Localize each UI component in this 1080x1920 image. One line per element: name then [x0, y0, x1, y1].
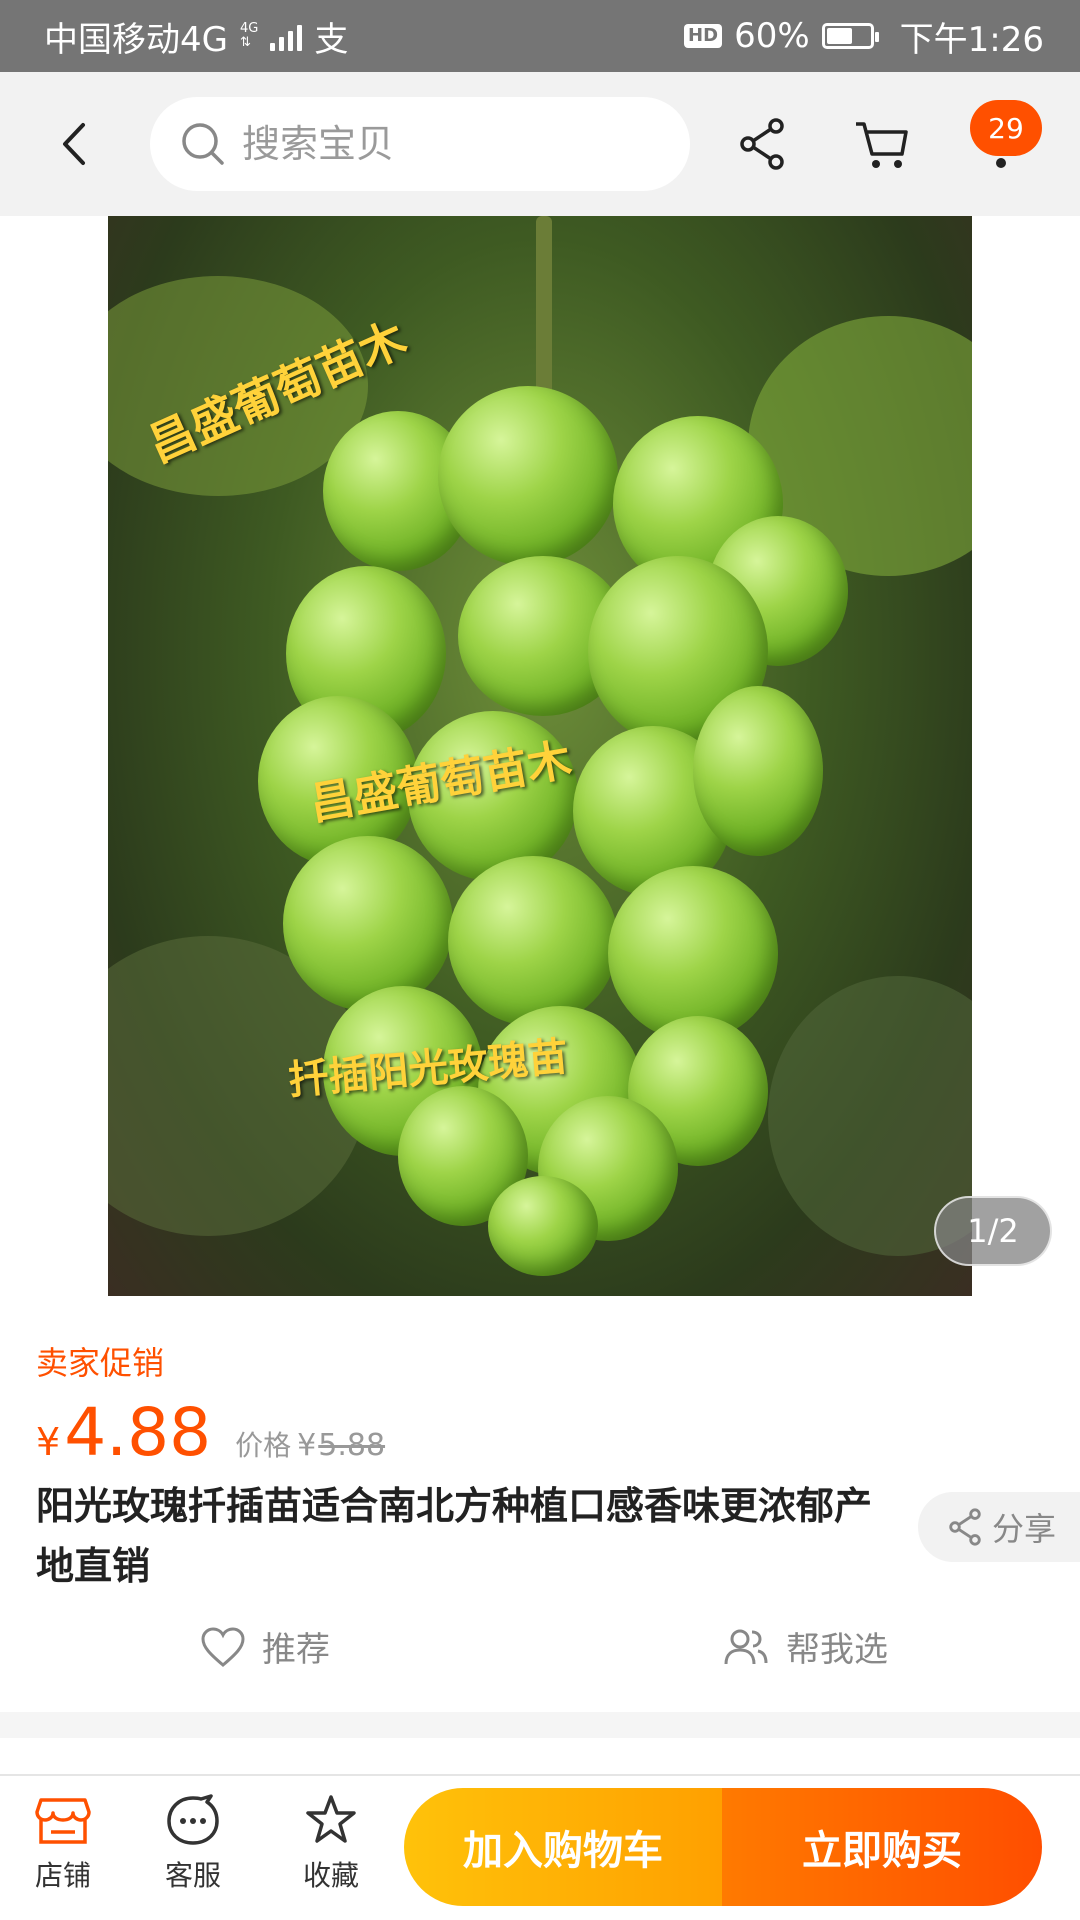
- product-image[interactable]: 昌盛葡萄苗木 昌盛葡萄苗木 扦插阳光玫瑰苗: [108, 216, 972, 1296]
- grape-stem: [536, 216, 552, 406]
- shop-icon: [35, 1798, 91, 1844]
- product-detail-screen: 中国移动4G 4G ⇅ 支 HD 60% 下午1:26 搜索宝贝 29 昌盛葡萄…: [0, 0, 1080, 1920]
- image-pager-indicator: 1/2: [934, 1196, 1052, 1266]
- product-title: 阳光玫瑰扦插苗适合南北方种植口感香味更浓郁产地直销: [36, 1484, 873, 1588]
- grape-berry: [283, 836, 453, 1011]
- battery-icon: [821, 23, 879, 49]
- cart-icon: [856, 122, 908, 168]
- recommend-label: 推荐: [262, 1630, 330, 1670]
- cart-count-badge[interactable]: 29: [970, 100, 1042, 156]
- status-bar-right: HD 60% 下午1:26: [684, 12, 1044, 61]
- recommend-button[interactable]: 推荐: [200, 1622, 330, 1671]
- price-row: ¥ 4.88 价格 ¥ 5.88: [36, 1394, 385, 1471]
- alipay-icon: 支: [314, 19, 349, 60]
- carrier-label: 中国移动4G: [44, 19, 228, 60]
- original-price-value: 5.88: [318, 1428, 386, 1463]
- status-bar: 中国移动4G 4G ⇅ 支 HD 60% 下午1:26: [0, 0, 1080, 72]
- back-arrow-icon: [63, 123, 85, 165]
- data-arrows-icon: ⇅: [239, 35, 251, 50]
- share-icon: [740, 118, 784, 170]
- grape-berry: [693, 686, 823, 856]
- share-product-button[interactable]: 分享: [918, 1492, 1080, 1562]
- people-icon: [724, 1629, 768, 1664]
- share-label: 分享: [992, 1510, 1057, 1548]
- network-type-indicator: 4G ⇅: [240, 22, 258, 50]
- hd-icon: HD: [684, 24, 723, 48]
- promo-label: 卖家促销: [36, 1344, 165, 1382]
- grape-berry: [438, 386, 618, 566]
- network-type-label: 4G: [239, 21, 259, 36]
- buy-now-button[interactable]: 立即购买: [722, 1788, 1042, 1906]
- top-nav: [0, 72, 1080, 216]
- heart-icon: [201, 1626, 245, 1667]
- search-icon: [182, 123, 224, 165]
- status-bar-left: 中国移动4G 4G ⇅ 支: [44, 12, 348, 61]
- customer-service-button[interactable]: 客服: [138, 1794, 248, 1894]
- battery-fill: [826, 28, 852, 44]
- help-choose-label: 帮我选: [786, 1630, 888, 1670]
- favorite-button[interactable]: 收藏: [276, 1794, 386, 1894]
- price-value: 4.88: [64, 1394, 212, 1471]
- share-icon: [949, 1508, 981, 1546]
- signal-icon: [270, 21, 303, 51]
- clock: 下午1:26: [899, 19, 1044, 60]
- battery-percent: 60%: [734, 16, 810, 56]
- bottom-action-bar: 店铺 客服 收藏 加入购物车 立即购买: [0, 1774, 1080, 1920]
- grape-berry: [608, 866, 778, 1041]
- section-divider: [0, 1712, 1080, 1738]
- add-to-cart-button[interactable]: 加入购物车: [404, 1788, 722, 1906]
- customer-service-icon: [167, 1794, 219, 1845]
- shop-label: 店铺: [34, 1859, 91, 1892]
- customer-service-label: 客服: [164, 1859, 221, 1892]
- share-button[interactable]: [728, 110, 796, 178]
- grape-berry: [448, 856, 618, 1026]
- search-input[interactable]: [242, 122, 662, 166]
- back-button[interactable]: [0, 72, 150, 216]
- grape-berry: [488, 1176, 598, 1276]
- cart-button[interactable]: [848, 110, 916, 178]
- help-me-choose-button[interactable]: 帮我选: [722, 1622, 888, 1671]
- original-price-currency: ¥: [297, 1428, 317, 1463]
- search-bar[interactable]: [150, 97, 690, 191]
- currency-symbol: ¥: [36, 1420, 61, 1464]
- shop-button[interactable]: 店铺: [8, 1794, 118, 1894]
- favorite-label: 收藏: [302, 1859, 359, 1892]
- more-icon[interactable]: [996, 158, 1006, 168]
- star-icon: [306, 1795, 356, 1843]
- original-price-label: 价格: [235, 1429, 292, 1462]
